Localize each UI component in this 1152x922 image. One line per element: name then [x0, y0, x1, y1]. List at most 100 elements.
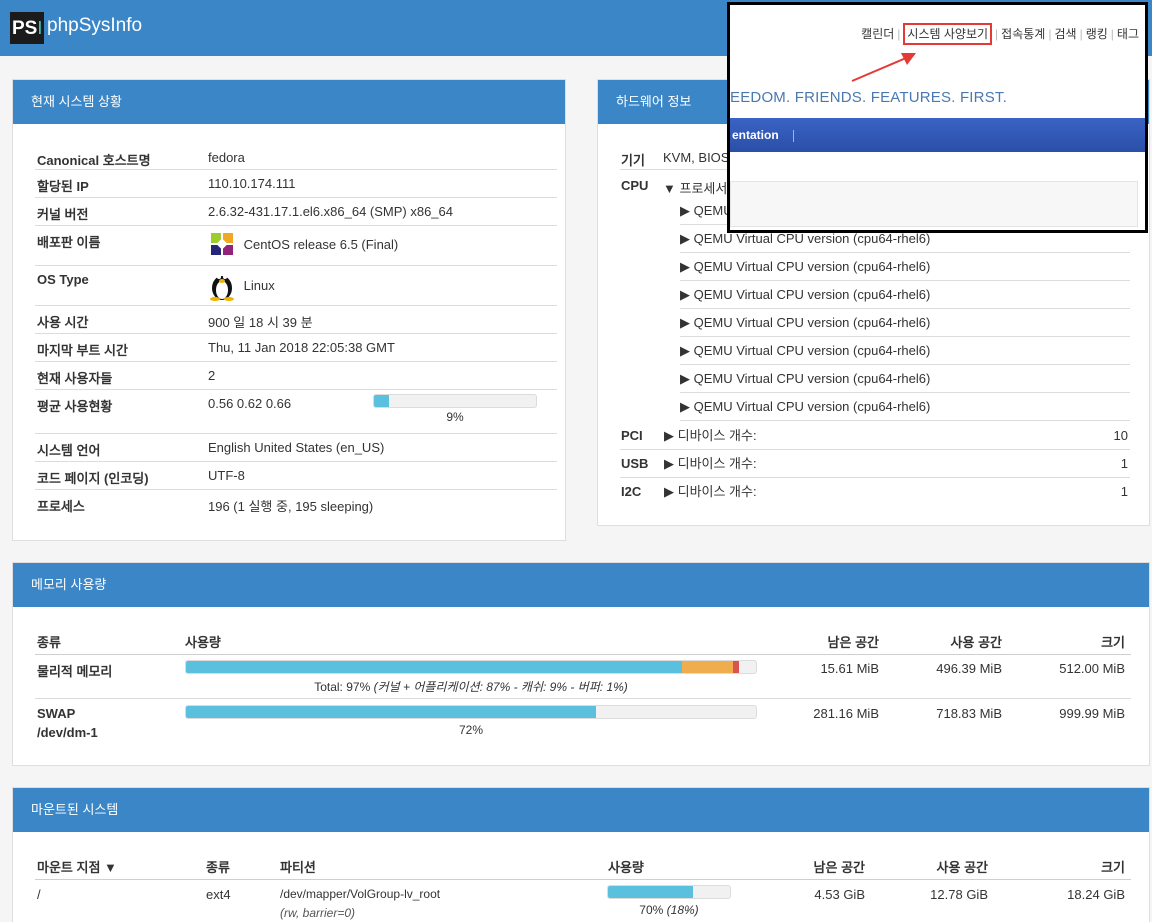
- vitals-value: CentOS release 6.5 (Final): [243, 236, 399, 252]
- vitals-label: 마지막 부트 시간: [35, 333, 208, 362]
- cpu-item[interactable]: ▶ QEMU Virtual CPU version (cpu64-rhel6): [680, 393, 1130, 421]
- overlay-bluebar-text[interactable]: entation: [732, 128, 779, 142]
- vitals-label: 프로세스: [37, 499, 85, 514]
- physical-memory-used: 496.39 MiB: [936, 661, 1002, 676]
- cpu-processor-toggle[interactable]: ▼ 프로세서: [663, 178, 727, 197]
- vitals-label: 시스템 언어: [35, 433, 208, 462]
- bus-count: 1: [1120, 456, 1128, 471]
- fs-row-partition: /dev/mapper/VolGroup-lv_root: [280, 887, 441, 901]
- memory-total: Total: 97%: [314, 680, 371, 694]
- swap-bar: [185, 705, 757, 719]
- bus-label: USB: [621, 456, 649, 471]
- vitals-value: English United States (en_US): [208, 433, 557, 462]
- memory-kernel-fill: [186, 661, 682, 673]
- load-bar-fill: [374, 395, 389, 407]
- os-cell: Linux: [208, 265, 557, 306]
- vitals-value: 0.56 0.62 0.66: [208, 389, 373, 434]
- vitals-value: 196 (1 실행 중, 195 sleeping): [208, 499, 374, 514]
- cpu-item[interactable]: ▶ QEMU Virtual CPU version (cpu64-rhel6): [680, 337, 1130, 365]
- brand-title[interactable]: phpSysInfo: [47, 14, 142, 38]
- vitals-label: 평균 사용현황: [35, 389, 208, 434]
- filesystems-panel: 마운트된 시스템 마운트 지점 ▼ 종류 파티션 사용량 남은 공간 사용 공간…: [12, 787, 1150, 922]
- nav-search[interactable]: 검색: [1054, 27, 1076, 41]
- load-percent: 9%: [446, 410, 464, 424]
- vitals-label: 배포판 이름: [35, 225, 208, 266]
- bus-device-toggle[interactable]: ▶ 디바이스 개수:: [664, 478, 757, 506]
- bus-label: I2C: [621, 484, 642, 499]
- fs-row-mount: /: [37, 887, 41, 902]
- vitals-value: fedora: [208, 140, 557, 170]
- distro-cell: CentOS release 6.5 (Final): [208, 225, 557, 266]
- nav-calendar[interactable]: 캘린더: [861, 27, 894, 41]
- vitals-title: 현재 시스템 상황: [13, 80, 565, 124]
- bus-row-pci: PCI ▶ 디바이스 개수: 10: [620, 422, 1130, 450]
- memory-panel: 메모리 사용량 종류 사용량 남은 공간 사용 공간 크기 물리적 메모리 To…: [12, 562, 1150, 766]
- bus-list: PCI ▶ 디바이스 개수: 10 USB ▶ 디바이스 개수: 1 I2C ▶ 디바이스 개…: [620, 422, 1130, 506]
- nav-ranking[interactable]: 랭킹: [1086, 27, 1108, 41]
- physical-memory-size: 512.00 MiB: [1059, 661, 1125, 676]
- swap-size: 999.99 MiB: [1059, 706, 1125, 721]
- physical-memory-bar: [185, 660, 757, 674]
- fs-col-partition[interactable]: 파티션: [280, 857, 316, 876]
- nav-system-spec[interactable]: 시스템 사양보기: [903, 23, 993, 45]
- memory-col-free[interactable]: 남은 공간: [828, 632, 879, 651]
- vitals-label: 코드 페이지 (인코딩): [35, 461, 208, 490]
- vitals-label: OS Type: [35, 265, 208, 306]
- memory-breakdown: (커널 + 어플리케이션: 87% - 캐쉬: 9% - 버퍼: 1%): [373, 680, 628, 694]
- bus-count: 1: [1120, 484, 1128, 499]
- overlay-nav: 캘린더 | 시스템 사양보기 | 접속통계 | 검색 | 랭킹 | 태그: [861, 23, 1139, 45]
- fs-col-mount[interactable]: 마운트 지점 ▼: [37, 857, 117, 876]
- swap-used: 718.83 MiB: [936, 706, 1002, 721]
- nav-tag[interactable]: 태그: [1117, 27, 1139, 41]
- memory-title: 메모리 사용량: [13, 563, 1149, 607]
- memory-col-type[interactable]: 종류: [37, 632, 61, 651]
- swap-label: SWAP: [37, 706, 76, 721]
- overlay-box: [730, 181, 1138, 227]
- physical-memory-free: 15.61 MiB: [820, 661, 879, 676]
- vitals-label: 커널 버전: [35, 197, 208, 226]
- fs-col-usage[interactable]: 사용량: [608, 857, 644, 876]
- cpu-item[interactable]: ▶ QEMU Virtual CPU version (cpu64-rhel6): [680, 281, 1130, 309]
- memory-col-size[interactable]: 크기: [1101, 632, 1125, 651]
- vitals-value: 110.10.174.111: [208, 169, 557, 198]
- logo-icon[interactable]: PSI: [10, 12, 44, 44]
- vitals-label: 사용 시간: [35, 305, 208, 334]
- vitals-value: 2.6.32-431.17.1.el6.x86_64 (SMP) x86_64: [208, 197, 557, 226]
- nav-statistics[interactable]: 접속통계: [1001, 27, 1045, 41]
- divider: [35, 698, 1131, 699]
- memory-col-usage[interactable]: 사용량: [185, 632, 221, 651]
- bus-row-i2c: I2C ▶ 디바이스 개수: 1: [620, 478, 1130, 506]
- fs-col-size[interactable]: 크기: [1101, 857, 1125, 876]
- memory-col-used[interactable]: 사용 공간: [951, 632, 1002, 651]
- vitals-value: UTF-8: [208, 461, 557, 490]
- cpu-item[interactable]: ▶ QEMU Virtual CPU version (cpu64-rhel6): [680, 309, 1130, 337]
- divider: [35, 879, 1131, 880]
- tux-icon: [208, 269, 236, 301]
- fs-col-used[interactable]: 사용 공간: [937, 857, 988, 876]
- filesystems-title: 마운트된 시스템: [13, 788, 1149, 832]
- fs-row-free: 4.53 GiB: [814, 887, 865, 902]
- cpu-item[interactable]: ▶ QEMU Virtual CPU version (cpu64-rhel6): [680, 253, 1130, 281]
- fs-col-free[interactable]: 남은 공간: [814, 857, 865, 876]
- fs-usage-percent: 70%: [639, 903, 664, 917]
- vitals-label: Canonical 호스트명: [35, 140, 208, 170]
- machine-label: 기기: [621, 153, 645, 168]
- physical-memory-detail: Total: 97% (커널 + 어플리케이션: 87% - 캐쉬: 9% - …: [185, 678, 757, 695]
- cpu-item[interactable]: ▶ QEMU Virtual CPU version (cpu64-rhel6): [680, 365, 1130, 393]
- vitals-value: 900 일 18 시 39 분: [208, 305, 557, 334]
- overlay-inset: 캘린더 | 시스템 사양보기 | 접속통계 | 검색 | 랭킹 | 태그 EEDOM. FRIEND…: [727, 2, 1148, 233]
- fs-usage-extra: (18%): [666, 903, 699, 917]
- load-cell: 9%: [373, 389, 557, 434]
- fs-usage-fill: [608, 886, 694, 898]
- vitals-label: 할당된 IP: [35, 169, 208, 198]
- vitals-label: 현재 사용자들: [35, 361, 208, 390]
- vitals-value: Linux: [243, 277, 275, 293]
- bus-device-toggle[interactable]: ▶ 디바이스 개수:: [664, 422, 757, 450]
- fs-row-options: (rw, barrier=0): [280, 906, 356, 920]
- memory-buffer-fill: [733, 661, 739, 673]
- bus-device-toggle[interactable]: ▶ 디바이스 개수:: [664, 450, 757, 478]
- fs-col-type[interactable]: 종류: [206, 857, 230, 876]
- overlay-bluebar: entation: [730, 118, 1145, 152]
- vitals-value: Thu, 11 Jan 2018 22:05:38 GMT: [208, 333, 557, 362]
- fs-row-used: 12.78 GiB: [930, 887, 988, 902]
